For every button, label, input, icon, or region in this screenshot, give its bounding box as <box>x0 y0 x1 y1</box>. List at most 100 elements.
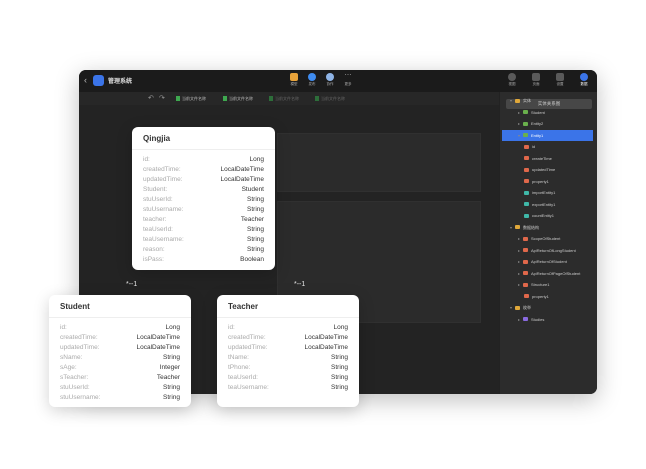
field-name: teaUserId: <box>143 226 173 233</box>
field-name: stuUsername: <box>143 206 184 213</box>
field-row[interactable]: sTeacher: Teacher <box>60 373 180 383</box>
entity-icon <box>523 121 528 126</box>
struct-icon <box>523 259 528 264</box>
field-name: createdTime: <box>60 334 98 341</box>
file-tab-label: 当前文件名称 <box>321 96 345 101</box>
field-row[interactable]: createdTime: LocalDateTime <box>228 333 348 343</box>
back-icon[interactable]: ‹ <box>84 75 87 85</box>
field-row[interactable]: updatedTime: LocalDateTime <box>143 175 264 185</box>
field-name: createdTime: <box>143 166 181 173</box>
field-row[interactable]: stuUsername: String <box>143 205 264 215</box>
field-type: LocalDateTime <box>304 334 348 341</box>
field-row[interactable]: sAge: Integer <box>60 363 180 373</box>
file-icon <box>223 96 227 102</box>
tree-item[interactable]: importEntity1 <box>502 187 593 198</box>
field-type: LocalDateTime <box>136 334 180 341</box>
toolbar-more-button[interactable]: ⋯ 更多 <box>340 72 356 87</box>
tree-item[interactable]: property1 <box>502 176 593 187</box>
field-row[interactable]: teacher: Teacher <box>143 215 264 225</box>
tree-item-label: id <box>532 144 536 149</box>
toolbar-label: 设置 <box>556 82 564 86</box>
right-toolbar-data-button[interactable]: 数据 <box>576 73 592 87</box>
logic-icon <box>524 190 529 195</box>
entity-card-teacher[interactable]: Teacher id: Long createdTime: LocalDateTime… <box>217 295 359 407</box>
tree-item[interactable]: ▸ Structure1 <box>502 279 593 290</box>
tree-item-label: Student <box>531 109 545 115</box>
tree-item[interactable]: ▸ ScopeOfStudent <box>502 233 593 244</box>
file-tab[interactable]: 当前文件名称 <box>269 95 299 103</box>
tree-item[interactable]: createTime <box>502 153 593 164</box>
tree-item[interactable]: ▸ Studies <box>502 314 593 325</box>
undo-icon[interactable]: ↶ <box>148 94 154 102</box>
tree-item[interactable]: ▾ 枚举 <box>502 302 593 313</box>
field-row[interactable]: stuUsername: String <box>60 393 180 403</box>
struct-icon <box>523 282 528 287</box>
field-row[interactable]: teaUsername: String <box>143 235 264 245</box>
field-row[interactable]: updatedTime: LocalDateTime <box>228 343 348 353</box>
tree-item[interactable]: ▸ ApiReturnOfLongStudent <box>502 245 593 256</box>
field-row[interactable]: stuUserId: String <box>60 383 180 393</box>
toolbar-label: 数据 <box>580 82 588 86</box>
field-icon <box>524 144 529 149</box>
tree-item[interactable]: exportEntity1 <box>502 199 593 210</box>
field-row[interactable]: teaUserId: String <box>143 225 264 235</box>
field-row[interactable]: updatedTime: LocalDateTime <box>60 343 180 353</box>
file-tab[interactable]: 当前文件名称 <box>176 95 206 103</box>
enum-icon <box>523 317 528 322</box>
field-type: String <box>247 226 264 233</box>
field-row[interactable]: reason: String <box>143 245 264 255</box>
tree-item[interactable]: ▸ Student <box>502 107 593 118</box>
tree-item[interactable]: ▸ ApiReturnOfPageOfStudent <box>502 268 593 279</box>
field-name: updatedTime: <box>228 344 268 351</box>
field-type: LocalDateTime <box>136 344 180 351</box>
tree-item[interactable]: ▾ Entity1 <box>502 129 593 141</box>
tree-item[interactable]: ▸ ApiReturnOfStudent <box>502 256 593 267</box>
toolbar-publish-button[interactable]: 发布 <box>304 73 320 87</box>
tree-item[interactable]: id <box>502 141 593 152</box>
folder-icon <box>515 98 520 103</box>
field-row[interactable]: createdTime: LocalDateTime <box>60 333 180 343</box>
right-toolbar-settings-button[interactable]: 设置 <box>552 73 568 87</box>
toolbar-collab-button[interactable]: 协作 <box>322 73 338 87</box>
tree-item[interactable]: ▸ Entity2 <box>502 118 593 129</box>
file-tab[interactable]: 当前文件名称 <box>315 95 345 103</box>
field-row[interactable]: Student: Student <box>143 185 264 195</box>
tree-item[interactable]: ▾ 数据结构 <box>502 222 593 233</box>
field-row[interactable]: tPhone: String <box>228 363 348 373</box>
tree-item-label: ScopeOfStudent <box>531 236 561 241</box>
toolbar-label: 模型 <box>290 82 298 86</box>
tree-item-label: exportEntity1 <box>532 201 556 207</box>
divider <box>217 317 359 318</box>
field-name: tPhone: <box>228 364 251 371</box>
right-toolbar-view-button[interactable]: 视图 <box>504 73 520 87</box>
field-row[interactable]: id: Long <box>228 323 348 333</box>
redo-icon[interactable]: ↷ <box>159 94 165 102</box>
field-type: LocalDateTime <box>304 344 348 351</box>
field-row[interactable]: id: Long <box>143 155 264 165</box>
entity-box[interactable] <box>277 133 481 192</box>
field-name: sTeacher: <box>60 374 89 381</box>
tree-item[interactable]: updatedTime <box>502 164 593 175</box>
field-row[interactable]: sName: String <box>60 353 180 363</box>
field-type: String <box>247 246 264 253</box>
tree-item[interactable]: countEntity1 <box>502 210 593 221</box>
field-name: createdTime: <box>228 334 266 341</box>
field-icon <box>524 156 529 161</box>
entity-card-student[interactable]: Student id: Long createdTime: LocalDateTime… <box>49 295 191 407</box>
field-row[interactable]: teaUserId: String <box>228 373 348 383</box>
field-row[interactable]: isPass: Boolean <box>143 255 264 265</box>
toolbar-model-button[interactable]: 模型 <box>286 73 302 87</box>
entity-card-qingjia[interactable]: Qingjia id: Long createdTime: LocalDateTime… <box>132 127 275 270</box>
tree-item-label: Structure1 <box>531 282 550 287</box>
logic-icon <box>524 213 529 218</box>
field-name: teaUserId: <box>228 374 258 381</box>
tree-item[interactable]: ▾ 实体 <box>502 95 593 106</box>
right-toolbar-page-button[interactable]: 页面 <box>528 73 544 87</box>
field-row[interactable]: tName: String <box>228 353 348 363</box>
field-row[interactable]: createdTime: LocalDateTime <box>143 165 264 175</box>
field-row[interactable]: id: Long <box>60 323 180 333</box>
field-row[interactable]: stuUserId: String <box>143 195 264 205</box>
field-row[interactable]: teaUsername: String <box>228 383 348 393</box>
file-tab[interactable]: 当前文件名称 <box>223 95 253 103</box>
tree-item[interactable]: property1 <box>502 291 593 302</box>
